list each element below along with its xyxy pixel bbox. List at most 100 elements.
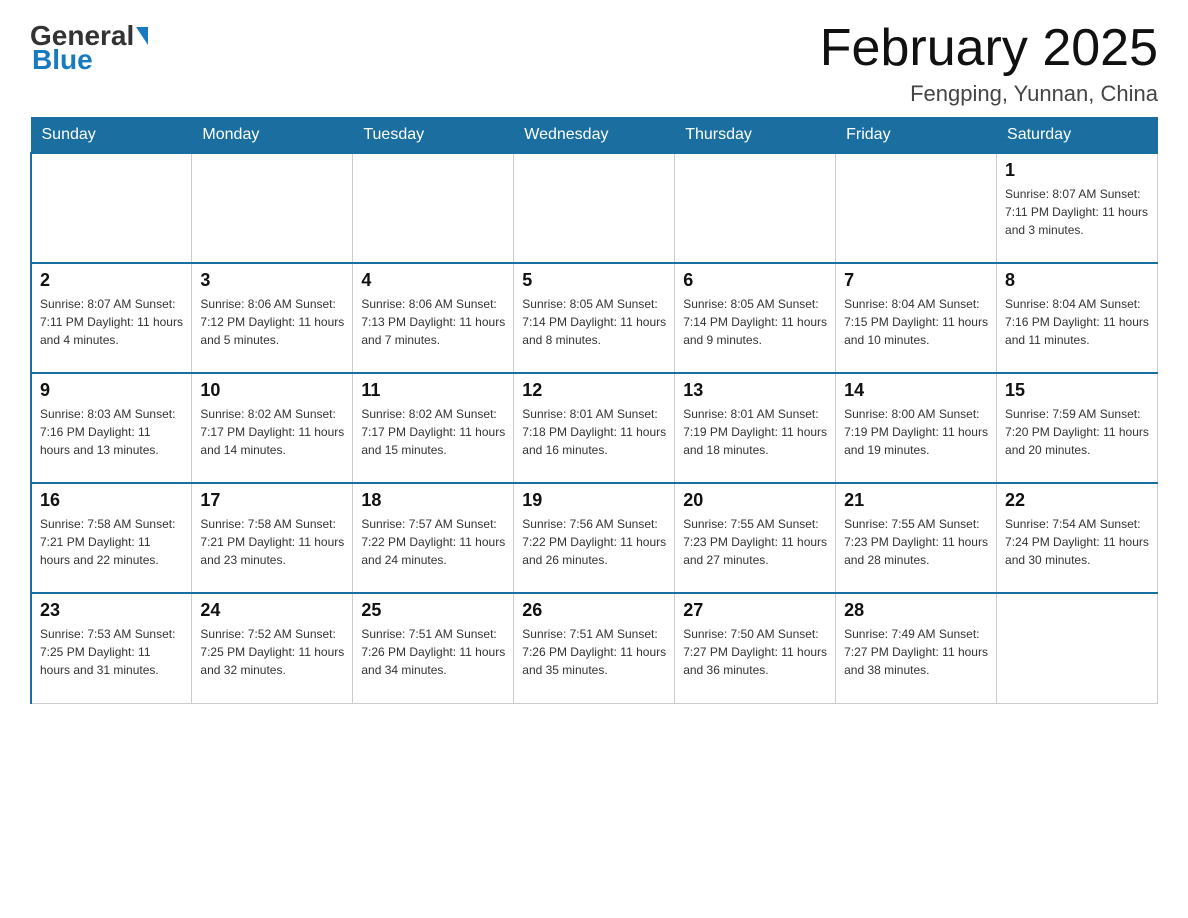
day-number: 24 xyxy=(200,600,344,621)
calendar-cell: 25 Sunrise: 7:51 AM Sunset: 7:26 PM Dayli… xyxy=(353,593,514,703)
day-info: Sunrise: 7:50 AM Sunset: 7:27 PM Dayligh… xyxy=(683,625,827,679)
day-info: Sunrise: 8:03 AM Sunset: 7:16 PM Dayligh… xyxy=(40,405,183,459)
day-number: 25 xyxy=(361,600,505,621)
day-number: 17 xyxy=(200,490,344,511)
day-number: 26 xyxy=(522,600,666,621)
month-title: February 2025 xyxy=(820,20,1158,77)
logo-arrow-icon xyxy=(136,27,148,45)
day-info: Sunrise: 7:51 AM Sunset: 7:26 PM Dayligh… xyxy=(361,625,505,679)
day-number: 9 xyxy=(40,380,183,401)
calendar-header: SundayMondayTuesdayWednesdayThursdayFrid… xyxy=(31,118,1158,154)
location-subtitle: Fengping, Yunnan, China xyxy=(820,81,1158,107)
day-info: Sunrise: 8:01 AM Sunset: 7:19 PM Dayligh… xyxy=(683,405,827,459)
calendar-cell: 1 Sunrise: 8:07 AM Sunset: 7:11 PM Daylig… xyxy=(997,153,1158,263)
calendar-cell: 19 Sunrise: 7:56 AM Sunset: 7:22 PM Dayli… xyxy=(514,483,675,593)
day-info: Sunrise: 7:55 AM Sunset: 7:23 PM Dayligh… xyxy=(683,515,827,569)
calendar-cell: 8 Sunrise: 8:04 AM Sunset: 7:16 PM Daylig… xyxy=(997,263,1158,373)
day-info: Sunrise: 8:04 AM Sunset: 7:15 PM Dayligh… xyxy=(844,295,988,349)
day-info: Sunrise: 7:49 AM Sunset: 7:27 PM Dayligh… xyxy=(844,625,988,679)
calendar-cell: 5 Sunrise: 8:05 AM Sunset: 7:14 PM Daylig… xyxy=(514,263,675,373)
calendar-week-row: 16 Sunrise: 7:58 AM Sunset: 7:21 PM Dayli… xyxy=(31,483,1158,593)
day-number: 22 xyxy=(1005,490,1149,511)
day-info: Sunrise: 8:05 AM Sunset: 7:14 PM Dayligh… xyxy=(683,295,827,349)
day-info: Sunrise: 7:57 AM Sunset: 7:22 PM Dayligh… xyxy=(361,515,505,569)
day-number: 3 xyxy=(200,270,344,291)
day-info: Sunrise: 7:53 AM Sunset: 7:25 PM Dayligh… xyxy=(40,625,183,679)
day-info: Sunrise: 8:02 AM Sunset: 7:17 PM Dayligh… xyxy=(361,405,505,459)
day-number: 1 xyxy=(1005,160,1149,181)
day-info: Sunrise: 7:54 AM Sunset: 7:24 PM Dayligh… xyxy=(1005,515,1149,569)
day-info: Sunrise: 8:04 AM Sunset: 7:16 PM Dayligh… xyxy=(1005,295,1149,349)
calendar-cell: 28Sunrise: 7:49 AM Sunset: 7:27 PM Dayli… xyxy=(836,593,997,703)
calendar-cell: 21 Sunrise: 7:55 AM Sunset: 7:23 PM Dayli… xyxy=(836,483,997,593)
calendar-cell: 4 Sunrise: 8:06 AM Sunset: 7:13 PM Daylig… xyxy=(353,263,514,373)
day-number: 5 xyxy=(522,270,666,291)
calendar-cell xyxy=(192,153,353,263)
calendar-cell xyxy=(836,153,997,263)
calendar-cell: 20 Sunrise: 7:55 AM Sunset: 7:23 PM Dayli… xyxy=(675,483,836,593)
day-number: 8 xyxy=(1005,270,1149,291)
day-info: Sunrise: 7:51 AM Sunset: 7:26 PM Dayligh… xyxy=(522,625,666,679)
day-number: 19 xyxy=(522,490,666,511)
calendar-day-header: Saturday xyxy=(997,118,1158,154)
day-info: Sunrise: 7:58 AM Sunset: 7:21 PM Dayligh… xyxy=(200,515,344,569)
day-info: Sunrise: 7:52 AM Sunset: 7:25 PM Dayligh… xyxy=(200,625,344,679)
day-info: Sunrise: 7:58 AM Sunset: 7:21 PM Dayligh… xyxy=(40,515,183,569)
day-number: 4 xyxy=(361,270,505,291)
calendar-body: 1 Sunrise: 8:07 AM Sunset: 7:11 PM Daylig… xyxy=(31,153,1158,703)
calendar-cell: 14Sunrise: 8:00 AM Sunset: 7:19 PM Dayli… xyxy=(836,373,997,483)
calendar-cell: 18 Sunrise: 7:57 AM Sunset: 7:22 PM Dayli… xyxy=(353,483,514,593)
calendar-week-row: 2 Sunrise: 8:07 AM Sunset: 7:11 PM Daylig… xyxy=(31,263,1158,373)
day-number: 20 xyxy=(683,490,827,511)
day-info: Sunrise: 8:07 AM Sunset: 7:11 PM Dayligh… xyxy=(1005,185,1149,239)
calendar-cell xyxy=(514,153,675,263)
calendar-cell xyxy=(353,153,514,263)
calendar-cell xyxy=(675,153,836,263)
day-number: 12 xyxy=(522,380,666,401)
day-number: 18 xyxy=(361,490,505,511)
calendar-day-header: Sunday xyxy=(31,118,192,154)
calendar-cell xyxy=(31,153,192,263)
day-info: Sunrise: 8:05 AM Sunset: 7:14 PM Dayligh… xyxy=(522,295,666,349)
day-number: 13 xyxy=(683,380,827,401)
calendar-cell: 16 Sunrise: 7:58 AM Sunset: 7:21 PM Dayli… xyxy=(31,483,192,593)
calendar-cell: 11Sunrise: 8:02 AM Sunset: 7:17 PM Dayli… xyxy=(353,373,514,483)
day-number: 21 xyxy=(844,490,988,511)
calendar-cell: 7 Sunrise: 8:04 AM Sunset: 7:15 PM Daylig… xyxy=(836,263,997,373)
calendar-day-header: Tuesday xyxy=(353,118,514,154)
day-number: 2 xyxy=(40,270,183,291)
day-info: Sunrise: 7:56 AM Sunset: 7:22 PM Dayligh… xyxy=(522,515,666,569)
calendar-cell xyxy=(997,593,1158,703)
logo-blue-text: Blue xyxy=(32,44,93,75)
calendar-cell: 15 Sunrise: 7:59 AM Sunset: 7:20 PM Dayli… xyxy=(997,373,1158,483)
day-number: 16 xyxy=(40,490,183,511)
day-info: Sunrise: 8:06 AM Sunset: 7:13 PM Dayligh… xyxy=(361,295,505,349)
calendar-cell: 13 Sunrise: 8:01 AM Sunset: 7:19 PM Dayli… xyxy=(675,373,836,483)
day-info: Sunrise: 8:01 AM Sunset: 7:18 PM Dayligh… xyxy=(522,405,666,459)
calendar-cell: 17 Sunrise: 7:58 AM Sunset: 7:21 PM Dayli… xyxy=(192,483,353,593)
day-info: Sunrise: 8:07 AM Sunset: 7:11 PM Dayligh… xyxy=(40,295,183,349)
calendar-day-header: Thursday xyxy=(675,118,836,154)
calendar-cell: 23Sunrise: 7:53 AM Sunset: 7:25 PM Dayli… xyxy=(31,593,192,703)
calendar-table: SundayMondayTuesdayWednesdayThursdayFrid… xyxy=(30,117,1158,704)
day-number: 27 xyxy=(683,600,827,621)
day-info: Sunrise: 8:02 AM Sunset: 7:17 PM Dayligh… xyxy=(200,405,344,459)
day-number: 7 xyxy=(844,270,988,291)
day-number: 15 xyxy=(1005,380,1149,401)
calendar-day-header: Wednesday xyxy=(514,118,675,154)
day-info: Sunrise: 7:55 AM Sunset: 7:23 PM Dayligh… xyxy=(844,515,988,569)
day-info: Sunrise: 7:59 AM Sunset: 7:20 PM Dayligh… xyxy=(1005,405,1149,459)
day-number: 6 xyxy=(683,270,827,291)
title-section: February 2025 Fengping, Yunnan, China xyxy=(820,20,1158,107)
day-info: Sunrise: 8:06 AM Sunset: 7:12 PM Dayligh… xyxy=(200,295,344,349)
calendar-day-header: Friday xyxy=(836,118,997,154)
calendar-week-row: 23Sunrise: 7:53 AM Sunset: 7:25 PM Dayli… xyxy=(31,593,1158,703)
page-header: General Blue February 2025 Fengping, Yun… xyxy=(30,20,1158,107)
calendar-cell: 3 Sunrise: 8:06 AM Sunset: 7:12 PM Daylig… xyxy=(192,263,353,373)
calendar-cell: 9 Sunrise: 8:03 AM Sunset: 7:16 PM Daylig… xyxy=(31,373,192,483)
logo: General Blue xyxy=(30,20,150,76)
day-number: 10 xyxy=(200,380,344,401)
calendar-cell: 2 Sunrise: 8:07 AM Sunset: 7:11 PM Daylig… xyxy=(31,263,192,373)
calendar-cell: 6 Sunrise: 8:05 AM Sunset: 7:14 PM Daylig… xyxy=(675,263,836,373)
calendar-cell: 10 Sunrise: 8:02 AM Sunset: 7:17 PM Dayli… xyxy=(192,373,353,483)
